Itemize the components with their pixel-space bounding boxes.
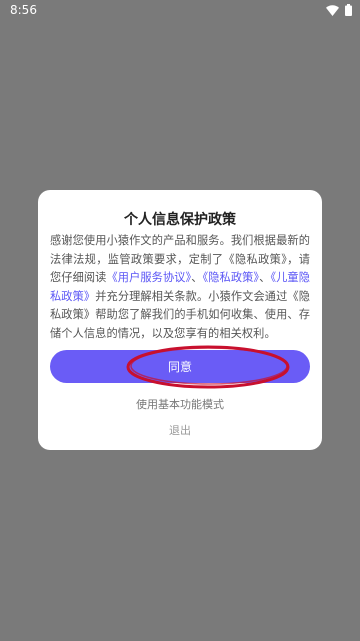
basic-mode-button[interactable]: 使用基本功能模式	[38, 396, 322, 412]
separator: 、	[259, 271, 271, 285]
dialog-body: 感谢您使用小猿作文的产品和服务。我们根据最新的法律法规，监管政策要求，定制了《隐…	[50, 232, 310, 344]
separator: 、	[191, 271, 203, 285]
dialog-title: 个人信息保护政策	[124, 212, 236, 228]
exit-button[interactable]: 退出	[38, 422, 322, 438]
privacy-policy-link[interactable]: 《隐私政策》	[203, 271, 260, 284]
agree-button-label: 同意	[167, 360, 192, 374]
privacy-policy-dialog: 个人信息保护政策 感谢您使用小猿作文的产品和服务。我们根据最新的法律法规，监管政…	[38, 190, 322, 450]
wifi-icon	[326, 4, 339, 16]
battery-icon	[345, 4, 352, 16]
status-time: 8:56	[10, 3, 37, 17]
status-bar: 8:56	[0, 0, 360, 22]
agree-button[interactable]: 同意	[50, 350, 310, 383]
user-service-agreement-link[interactable]: 《用户服务协议》	[106, 271, 191, 284]
status-icons	[326, 4, 352, 16]
